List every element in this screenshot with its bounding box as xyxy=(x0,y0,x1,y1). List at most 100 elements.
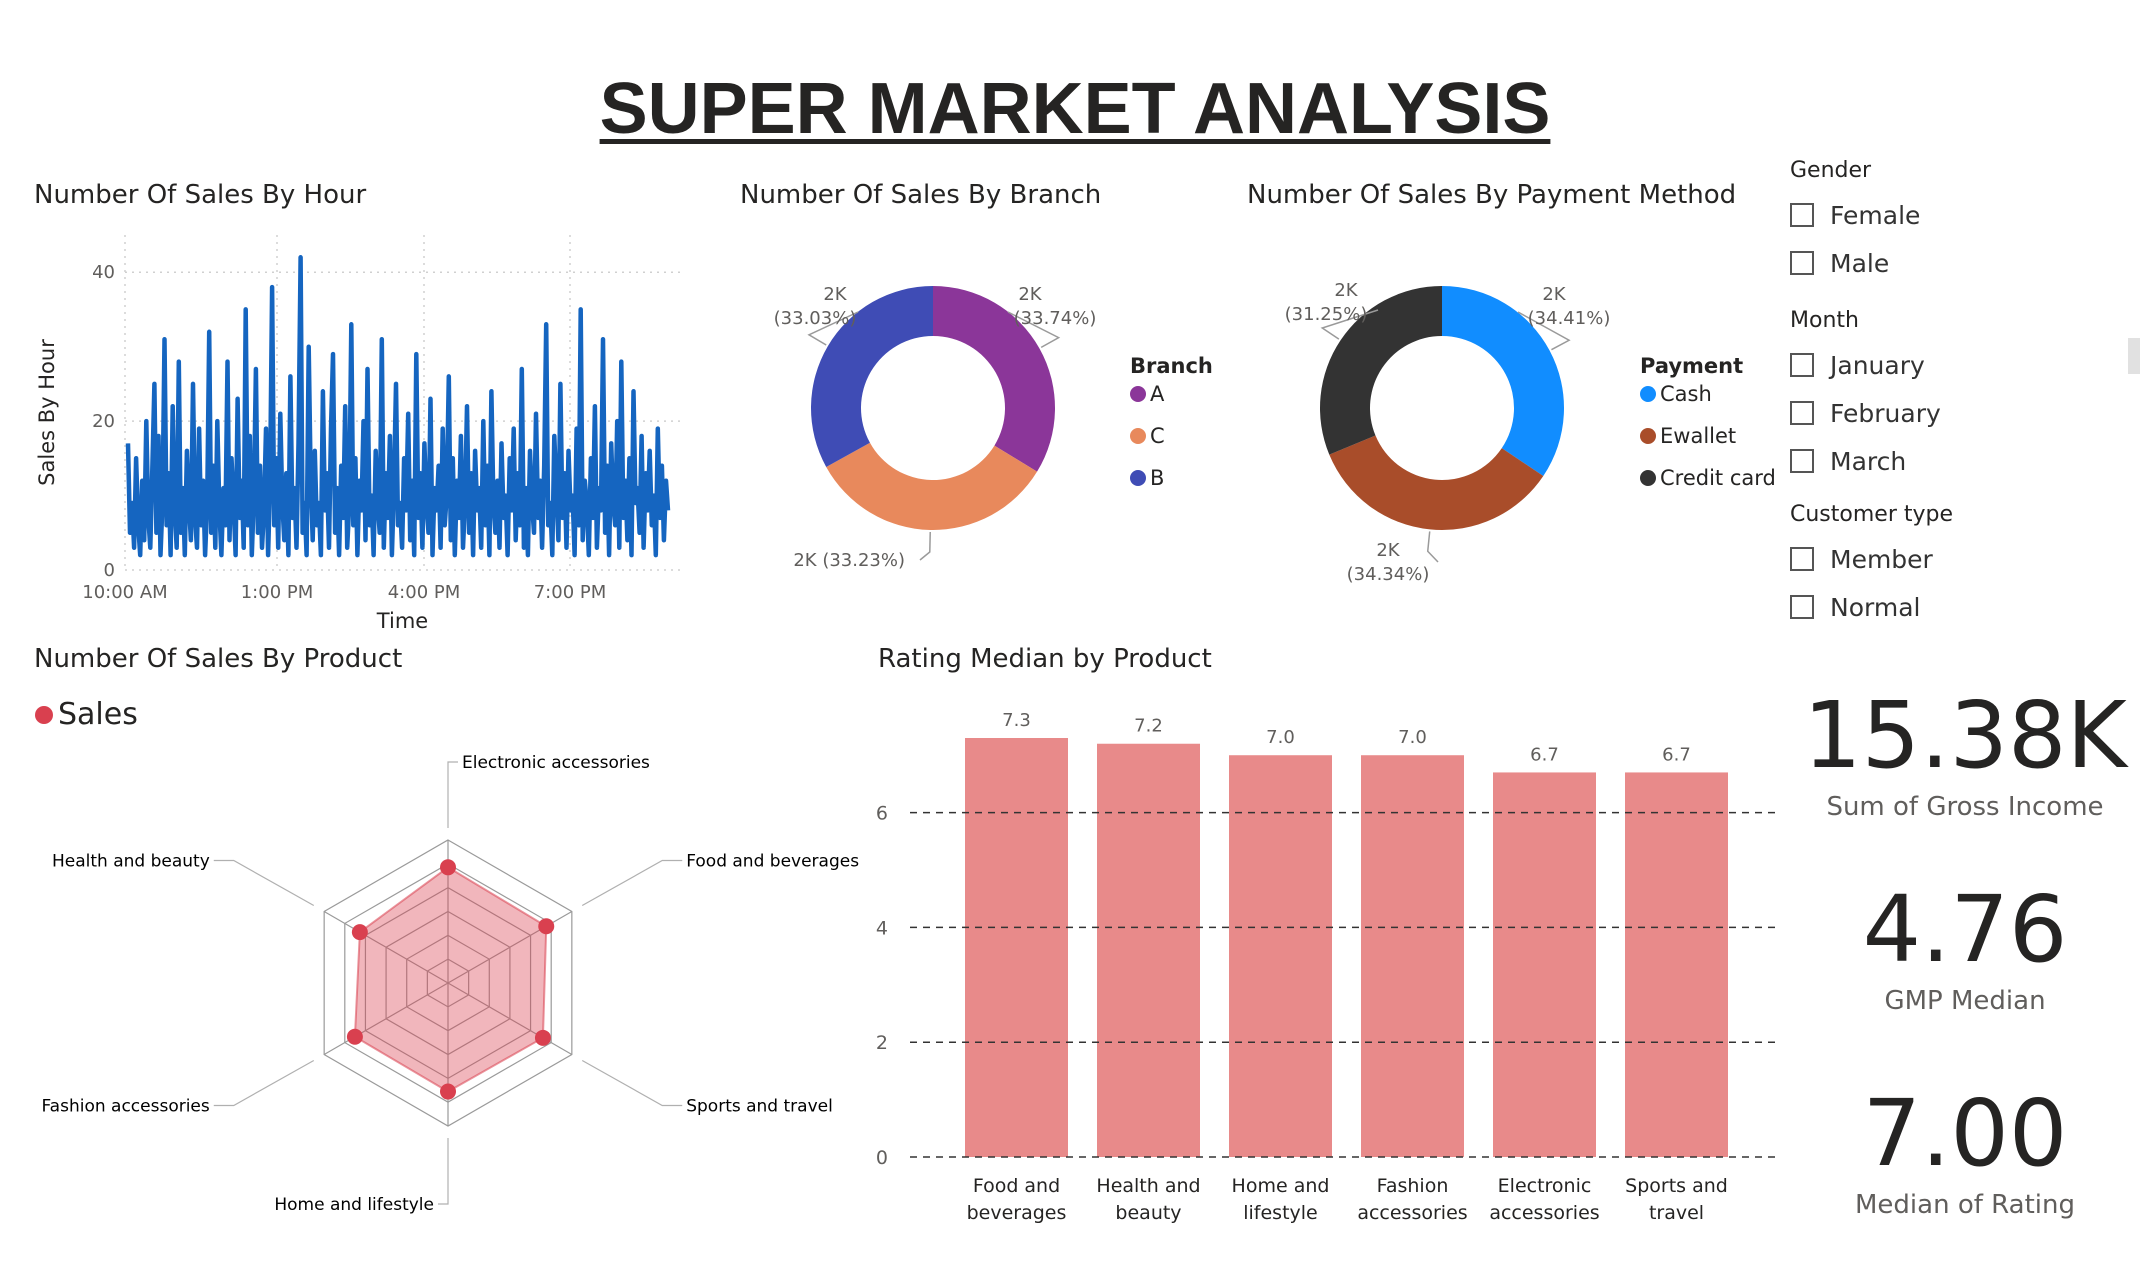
gender-option-male[interactable]: Male xyxy=(1790,239,2120,287)
month-option-january[interactable]: January xyxy=(1790,341,2120,389)
leader-line xyxy=(919,531,931,561)
dashboard-title: SUPER MARKET ANALYSIS xyxy=(599,69,1551,149)
legend-label: A xyxy=(1150,382,1165,406)
checkbox[interactable] xyxy=(1790,595,1814,619)
x-tick-label: 4:00 PM xyxy=(388,582,461,603)
x-tick-label: Health and xyxy=(1096,1175,1200,1197)
x-tick-label: accessories xyxy=(1357,1202,1467,1224)
x-tick-label: accessories xyxy=(1489,1202,1599,1224)
rating-bar xyxy=(1097,743,1200,1157)
gender-option-female[interactable]: Female xyxy=(1790,191,2120,239)
gmp-median-card: 4.76 GMP Median xyxy=(1790,876,2140,1017)
x-tick-label: beverages xyxy=(967,1202,1067,1224)
option-label: Normal xyxy=(1830,592,1921,622)
rating-bar xyxy=(1229,755,1332,1157)
branch-chart-title: Number Of Sales By Branch xyxy=(740,180,1102,210)
y-axis-title: Sales By Hour xyxy=(35,339,59,486)
x-tick-label: travel xyxy=(1649,1202,1704,1224)
gross-income-card: 15.38K Sum of Gross Income xyxy=(1790,682,2140,823)
x-axis-title: Time xyxy=(376,609,428,633)
legend-marker xyxy=(1640,470,1656,486)
y-tick-label: 40 xyxy=(92,262,115,283)
option-label: Male xyxy=(1830,248,1890,278)
kpi-value: 4.76 xyxy=(1862,876,2068,983)
month-slicer: Month January February March xyxy=(1790,308,2120,485)
checkbox[interactable] xyxy=(1790,547,1814,571)
radar-point xyxy=(346,1028,363,1045)
x-tick-label: lifestyle xyxy=(1243,1202,1318,1224)
checkbox[interactable] xyxy=(1790,401,1814,425)
customer-option-member[interactable]: Member xyxy=(1790,535,2120,583)
radar-axis-label: Food and beverages xyxy=(686,852,859,872)
radar-axis-label: Sports and travel xyxy=(686,1097,833,1117)
radar-axis-label: Home and lifestyle xyxy=(274,1195,434,1215)
payment-chart-title: Number Of Sales By Payment Method xyxy=(1247,180,1737,210)
bar-data-label: 7.3 xyxy=(1002,710,1031,731)
legend-label: Ewallet xyxy=(1660,424,1736,448)
data-label: 2K xyxy=(1334,280,1358,301)
y-tick-label: 6 xyxy=(876,803,888,825)
rating-bar xyxy=(1493,772,1596,1157)
radar-axis-label: Electronic accessories xyxy=(462,753,650,773)
x-tick-label: Sports and xyxy=(1625,1175,1728,1197)
x-tick-label: Fashion xyxy=(1377,1175,1449,1197)
y-tick-label: 0 xyxy=(104,560,115,581)
option-label: March xyxy=(1830,446,1907,476)
scrollbar-handle[interactable] xyxy=(2128,338,2140,374)
data-label-percent: (31.25%) xyxy=(1285,304,1368,325)
data-label: 2K xyxy=(1376,540,1400,561)
bar-data-label: 6.7 xyxy=(1530,744,1559,765)
axis-leader xyxy=(213,859,315,907)
bar-data-label: 7.0 xyxy=(1266,727,1295,748)
radar-point xyxy=(351,924,368,941)
option-label: Member xyxy=(1830,544,1933,574)
customer-option-normal[interactable]: Normal xyxy=(1790,583,2120,631)
checkbox[interactable] xyxy=(1790,353,1814,377)
data-label-percent: (34.41%) xyxy=(1528,308,1611,329)
data-label: 2K xyxy=(823,284,847,305)
kpi-value: 15.38K xyxy=(1803,682,2127,789)
kpi-value: 7.00 xyxy=(1862,1080,2068,1187)
kpi-label: Sum of Gross Income xyxy=(1826,792,2104,822)
rating-bar-chart[interactable]: 0 2 4 6 7.3 Food and beverages 7.2 Health and bea… xyxy=(860,690,1790,1230)
option-label: Female xyxy=(1830,200,1921,230)
checkbox[interactable] xyxy=(1790,251,1814,275)
radar-point xyxy=(440,1083,456,1100)
month-slicer-header: Month xyxy=(1790,308,1859,333)
axis-leader xyxy=(213,1059,315,1107)
data-label: 2K xyxy=(1018,284,1042,305)
checkbox[interactable] xyxy=(1790,203,1814,227)
x-tick-label: 7:00 PM xyxy=(534,582,607,603)
option-label: January xyxy=(1830,350,1925,380)
payment-donut-chart[interactable]: 2K (34.41%) 2K (34.34%) 2K (31.25%) Payment Cas… xyxy=(1240,250,1780,610)
rating-bar xyxy=(965,738,1068,1157)
legend-marker xyxy=(1640,386,1656,402)
x-tick-label: Food and xyxy=(973,1175,1060,1197)
legend-label: C xyxy=(1150,424,1165,448)
legend-title: Branch xyxy=(1130,354,1213,378)
donut-slice-c xyxy=(826,442,1038,530)
hour-line-chart[interactable]: 0 20 40 10:00 AM 1:00 PM 4:00 PM 7:00 PM Time Sa… xyxy=(20,225,700,645)
median-rating-card: 7.00 Median of Rating xyxy=(1790,1080,2140,1221)
legend-title: Payment xyxy=(1640,354,1743,378)
branch-donut-chart[interactable]: 2K (33.74%) 2K (33.23%) 2K (33.03%) Branch ACB xyxy=(740,250,1220,610)
bar-data-label: 7.0 xyxy=(1398,727,1427,748)
legend-marker xyxy=(1640,428,1656,444)
checkbox[interactable] xyxy=(1790,449,1814,473)
radar-point xyxy=(534,1029,551,1046)
x-tick-label: Home and xyxy=(1232,1175,1330,1197)
rating-chart-title: Rating Median by Product xyxy=(878,644,1212,674)
legend-marker xyxy=(35,706,53,724)
leader-line xyxy=(1426,531,1439,563)
radar-axis-label: Fashion accessories xyxy=(41,1097,209,1117)
legend-label: B xyxy=(1150,466,1164,490)
legend-label: Cash xyxy=(1660,382,1712,406)
data-label: 2K xyxy=(1542,284,1566,305)
product-radar-chart[interactable]: Sales Electronic accessories Food and beve… xyxy=(20,690,860,1230)
month-option-february[interactable]: February xyxy=(1790,389,2120,437)
legend-marker xyxy=(1130,386,1146,402)
product-chart-title: Number Of Sales By Product xyxy=(34,644,403,674)
hour-chart-title: Number Of Sales By Hour xyxy=(34,180,367,210)
x-tick-label: Electronic xyxy=(1498,1175,1592,1197)
month-option-march[interactable]: March xyxy=(1790,437,2120,485)
